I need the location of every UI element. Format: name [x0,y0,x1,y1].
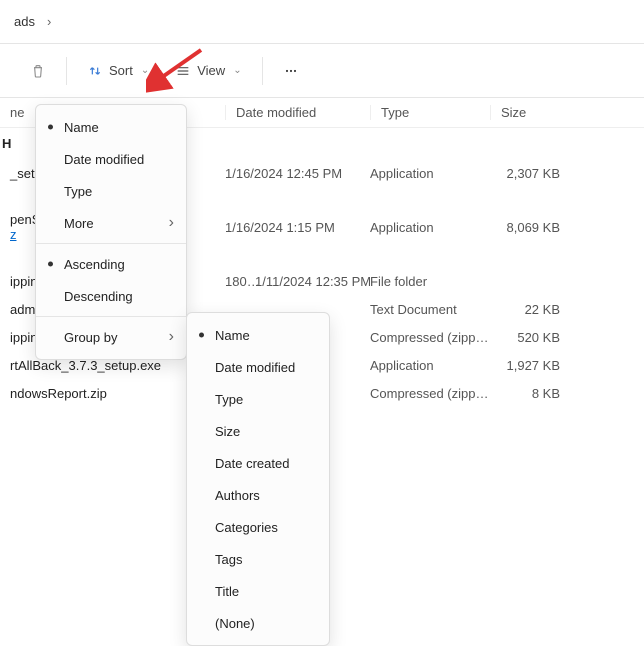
sort-icon [87,63,103,79]
breadcrumb-bar: ads › [0,0,644,44]
sort-menu-ascending[interactable]: Ascending [36,248,186,280]
file-type: File folder [370,274,490,289]
file-date: 1/16/2024 12:45 PM [225,166,370,181]
groupby-date-modified[interactable]: Date modified [187,351,329,383]
view-icon [175,63,191,79]
file-type: Text Document [370,302,490,317]
sort-menu-date-modified[interactable]: Date modified [36,143,186,175]
file-date: 1/11/2024 12:35 PM [255,274,370,289]
chevron-right-icon[interactable]: › [47,14,51,29]
toolbar: Sort ⌄ View ⌄ [0,44,644,98]
groupby-authors[interactable]: Authors [187,479,329,511]
file-size: 520 KB [490,330,570,345]
sort-button[interactable]: Sort ⌄ [77,57,159,85]
groupby-tags[interactable]: Tags [187,543,329,575]
sort-menu: Name Date modified Type More Ascending D… [35,104,187,360]
file-type: Application [370,358,490,373]
groupby-categories[interactable]: Categories [187,511,329,543]
more-button[interactable] [273,57,309,85]
file-type: Application [370,166,490,181]
menu-separator [36,316,186,317]
sort-menu-descending[interactable]: Descending [36,280,186,312]
file-size: 8,069 KB [490,220,570,235]
file-size: 1,927 KB [490,358,570,373]
sort-menu-group-by[interactable]: Group by [36,321,186,353]
sort-label: Sort [109,63,133,78]
file-type: Application [370,220,490,235]
sort-menu-more[interactable]: More [36,207,186,239]
groupby-name[interactable]: Name [187,319,329,351]
breadcrumb-segment[interactable]: ads [10,12,39,31]
groupby-type[interactable]: Type [187,383,329,415]
file-link[interactable]: z [10,227,17,242]
file-size: 2,307 KB [490,166,570,181]
view-label: View [197,63,225,78]
view-button[interactable]: View ⌄ [165,57,251,85]
ellipsis-icon [283,63,299,79]
groupby-size[interactable]: Size [187,415,329,447]
separator [262,57,263,85]
groupby-date-created[interactable]: Date created [187,447,329,479]
column-header-size[interactable]: Size [490,105,570,120]
delete-button[interactable] [20,57,56,85]
separator [66,57,67,85]
chevron-down-icon: ⌄ [233,65,241,76]
trash-icon [30,63,46,79]
file-type: Compressed (zipp… [370,386,490,401]
file-size: 22 KB [490,302,570,317]
groupby-none[interactable]: (None) [187,607,329,639]
column-header-date[interactable]: Date modified [225,105,370,120]
sort-menu-type[interactable]: Type [36,175,186,207]
menu-separator [36,243,186,244]
file-type: Compressed (zipp… [370,330,490,345]
groupby-title[interactable]: Title [187,575,329,607]
file-size: 8 KB [490,386,570,401]
column-header-type[interactable]: Type [370,105,490,120]
file-date: 1/16/2024 1:15 PM [225,220,370,235]
sort-menu-name[interactable]: Name [36,111,186,143]
chevron-down-icon: ⌄ [141,65,149,76]
groupby-menu: Name Date modified Type Size Date create… [186,312,330,646]
file-name-tail: 180… [225,274,255,289]
